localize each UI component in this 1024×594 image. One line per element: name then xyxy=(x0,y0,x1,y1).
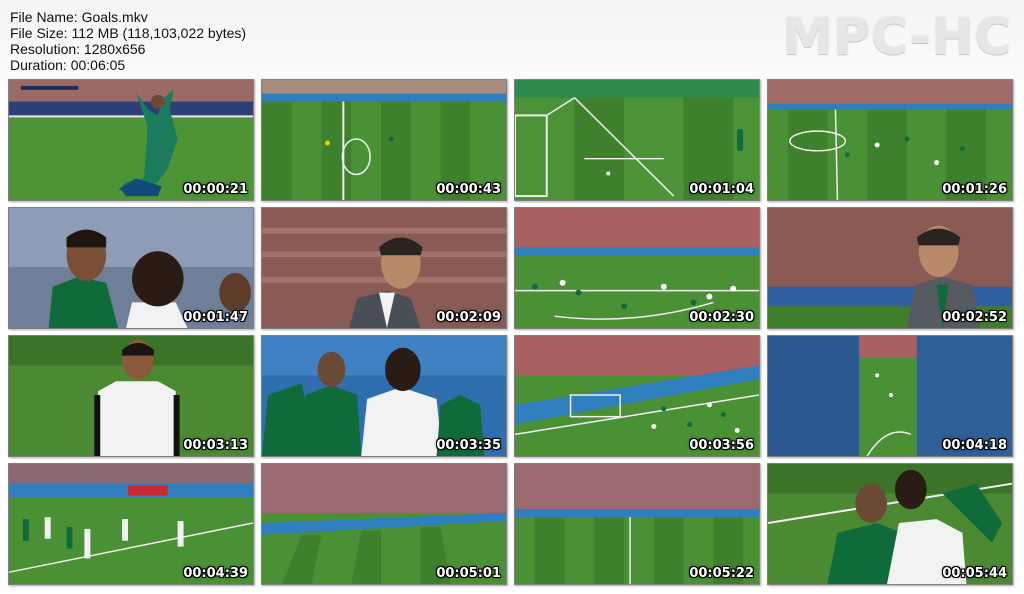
thumbnail[interactable]: 00:02:30 xyxy=(514,207,760,329)
thumbnail[interactable]: 00:04:39 xyxy=(8,463,254,585)
timestamp: 00:04:39 xyxy=(183,566,248,581)
timestamp: 00:05:22 xyxy=(689,566,754,581)
thumbnail[interactable]: 00:02:52 xyxy=(767,207,1013,329)
thumbnail[interactable]: 00:04:18 xyxy=(767,335,1013,457)
file-size-text: File Size: 112 MB (118,103,022 bytes) xyxy=(10,25,247,41)
timestamp: 00:03:56 xyxy=(689,438,754,453)
thumbnail[interactable]: 00:01:04 xyxy=(514,79,760,201)
timestamp: 00:03:13 xyxy=(183,438,248,453)
thumbnail[interactable]: 00:03:56 xyxy=(514,335,760,457)
thumbnail[interactable]: 00:01:26 xyxy=(767,79,1013,201)
timestamp: 00:04:18 xyxy=(942,438,1007,453)
file-name-text: File Name: Goals.mkv xyxy=(10,9,148,25)
thumbnail[interactable]: 00:00:43 xyxy=(261,79,507,201)
timestamp: 00:05:44 xyxy=(942,566,1007,581)
timestamp: 00:05:01 xyxy=(436,566,501,581)
thumbnail-grid: 00:00:21 00:00:43 00:01:04 00:01:26 00:0… xyxy=(8,79,1013,585)
thumbnail[interactable]: 00:05:44 xyxy=(767,463,1013,585)
timestamp: 00:02:30 xyxy=(689,310,754,325)
timestamp: 00:01:26 xyxy=(942,182,1007,197)
timestamp: 00:01:47 xyxy=(183,310,248,325)
timestamp: 00:02:09 xyxy=(436,310,501,325)
file-info-panel: File Name: Goals.mkv File Size: 112 MB (… xyxy=(10,9,246,73)
thumbnail[interactable]: 00:05:22 xyxy=(514,463,760,585)
thumbnail[interactable]: 00:00:21 xyxy=(8,79,254,201)
timestamp: 00:02:52 xyxy=(942,310,1007,325)
timestamp: 00:03:35 xyxy=(436,438,501,453)
resolution-text: Resolution: 1280x656 xyxy=(10,41,146,57)
thumbnail[interactable]: 00:03:35 xyxy=(261,335,507,457)
thumbnail[interactable]: 00:03:13 xyxy=(8,335,254,457)
thumbnail[interactable]: 00:05:01 xyxy=(261,463,507,585)
timestamp: 00:00:21 xyxy=(183,182,248,197)
mpc-hc-logo: MPC-HC xyxy=(782,8,1012,66)
timestamp: 00:00:43 xyxy=(436,182,501,197)
timestamp: 00:01:04 xyxy=(689,182,754,197)
duration-text: Duration: 00:06:05 xyxy=(10,57,126,73)
thumbnail[interactable]: 00:01:47 xyxy=(8,207,254,329)
thumbnail[interactable]: 00:02:09 xyxy=(261,207,507,329)
